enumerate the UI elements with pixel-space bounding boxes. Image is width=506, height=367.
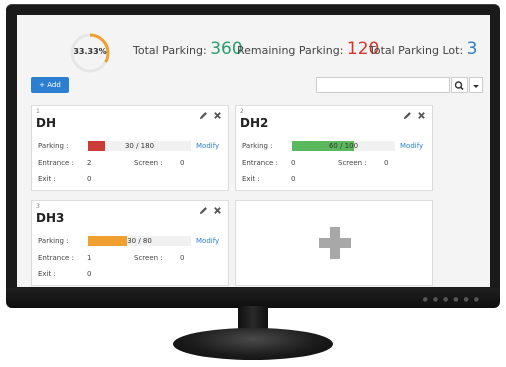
plus-icon: [319, 227, 351, 259]
remaining-parking: Remaining Parking: 120: [237, 39, 379, 59]
search-input[interactable]: [316, 77, 450, 93]
parking-progress-bar: 30 / 180: [88, 141, 191, 151]
exit-value: 0: [87, 175, 92, 183]
modify-link[interactable]: Modify: [196, 142, 219, 150]
parking-usage-text: 30 / 180: [124, 142, 155, 150]
parking-lot-card: 2 DH2 Parking : 60 / 100 Modify Entrance…: [235, 105, 433, 191]
card-id: 1: [36, 108, 40, 115]
close-icon[interactable]: [417, 111, 426, 120]
total-parking: Total Parking: 360: [133, 39, 243, 59]
entrance-label: Entrance :: [38, 254, 74, 262]
app-screen: 33.33% Total Parking: 360 Remaining Park…: [17, 15, 490, 287]
add-parking-lot-card[interactable]: [235, 200, 433, 286]
parking-usage-text: 60 / 100: [328, 142, 359, 150]
search-icon: [454, 81, 464, 91]
entrance-value: 0: [291, 159, 296, 167]
card-name: DH3: [36, 211, 65, 225]
screen-value: 0: [180, 159, 185, 167]
parking-label: Parking :: [242, 142, 273, 150]
exit-value: 0: [87, 270, 92, 278]
parking-progress-bar: 60 / 100: [292, 141, 395, 151]
screen-label: Screen :: [338, 159, 367, 167]
screen-label: Screen :: [134, 159, 163, 167]
entrance-label: Entrance :: [242, 159, 278, 167]
entrance-label: Entrance :: [38, 159, 74, 167]
close-icon[interactable]: [213, 206, 222, 215]
monitor-buttons: ●●●●●●: [422, 296, 484, 303]
add-button[interactable]: + Add: [31, 77, 69, 93]
exit-label: Exit :: [242, 175, 260, 183]
parking-label: Parking :: [38, 142, 69, 150]
total-parking-lot-label: Total Parking Lot:: [369, 44, 464, 57]
search-button[interactable]: [451, 77, 468, 93]
pencil-icon[interactable]: [199, 111, 208, 120]
total-parking-label: Total Parking:: [133, 44, 207, 57]
total-parking-lot: Total Parking Lot: 3: [369, 39, 477, 59]
caret-down-icon: [473, 85, 479, 88]
total-parking-lot-value: 3: [466, 39, 478, 59]
remaining-parking-label: Remaining Parking:: [237, 44, 344, 57]
card-name: DH2: [240, 116, 269, 130]
exit-value: 0: [291, 175, 296, 183]
modify-link[interactable]: Modify: [400, 142, 423, 150]
parking-label: Parking :: [38, 237, 69, 245]
parking-lot-card: 1 DH Parking : 30 / 180 Modify Entrance …: [31, 105, 229, 191]
modify-link[interactable]: Modify: [196, 237, 219, 245]
pencil-icon[interactable]: [199, 206, 208, 215]
card-id: 3: [36, 203, 40, 210]
parking-usage-text: 30 / 80: [127, 237, 152, 245]
card-id: 2: [240, 108, 244, 115]
screen-value: 0: [180, 254, 185, 262]
close-icon[interactable]: [213, 111, 222, 120]
entrance-value: 2: [87, 159, 92, 167]
parking-progress-bar: 30 / 80: [88, 236, 191, 246]
stats-header: 33.33% Total Parking: 360 Remaining Park…: [17, 29, 490, 79]
screen-label: Screen :: [134, 254, 163, 262]
screen-value: 0: [384, 159, 389, 167]
exit-label: Exit :: [38, 175, 56, 183]
monitor-base: [173, 328, 333, 360]
parking-lot-card: 3 DH3 Parking : 30 / 80 Modify Entrance …: [31, 200, 229, 286]
exit-label: Exit :: [38, 270, 56, 278]
usage-percent: 33.33%: [73, 47, 107, 56]
pencil-icon[interactable]: [403, 111, 412, 120]
card-name: DH: [36, 116, 57, 130]
entrance-value: 1: [87, 254, 92, 262]
dropdown-button[interactable]: [469, 77, 483, 93]
